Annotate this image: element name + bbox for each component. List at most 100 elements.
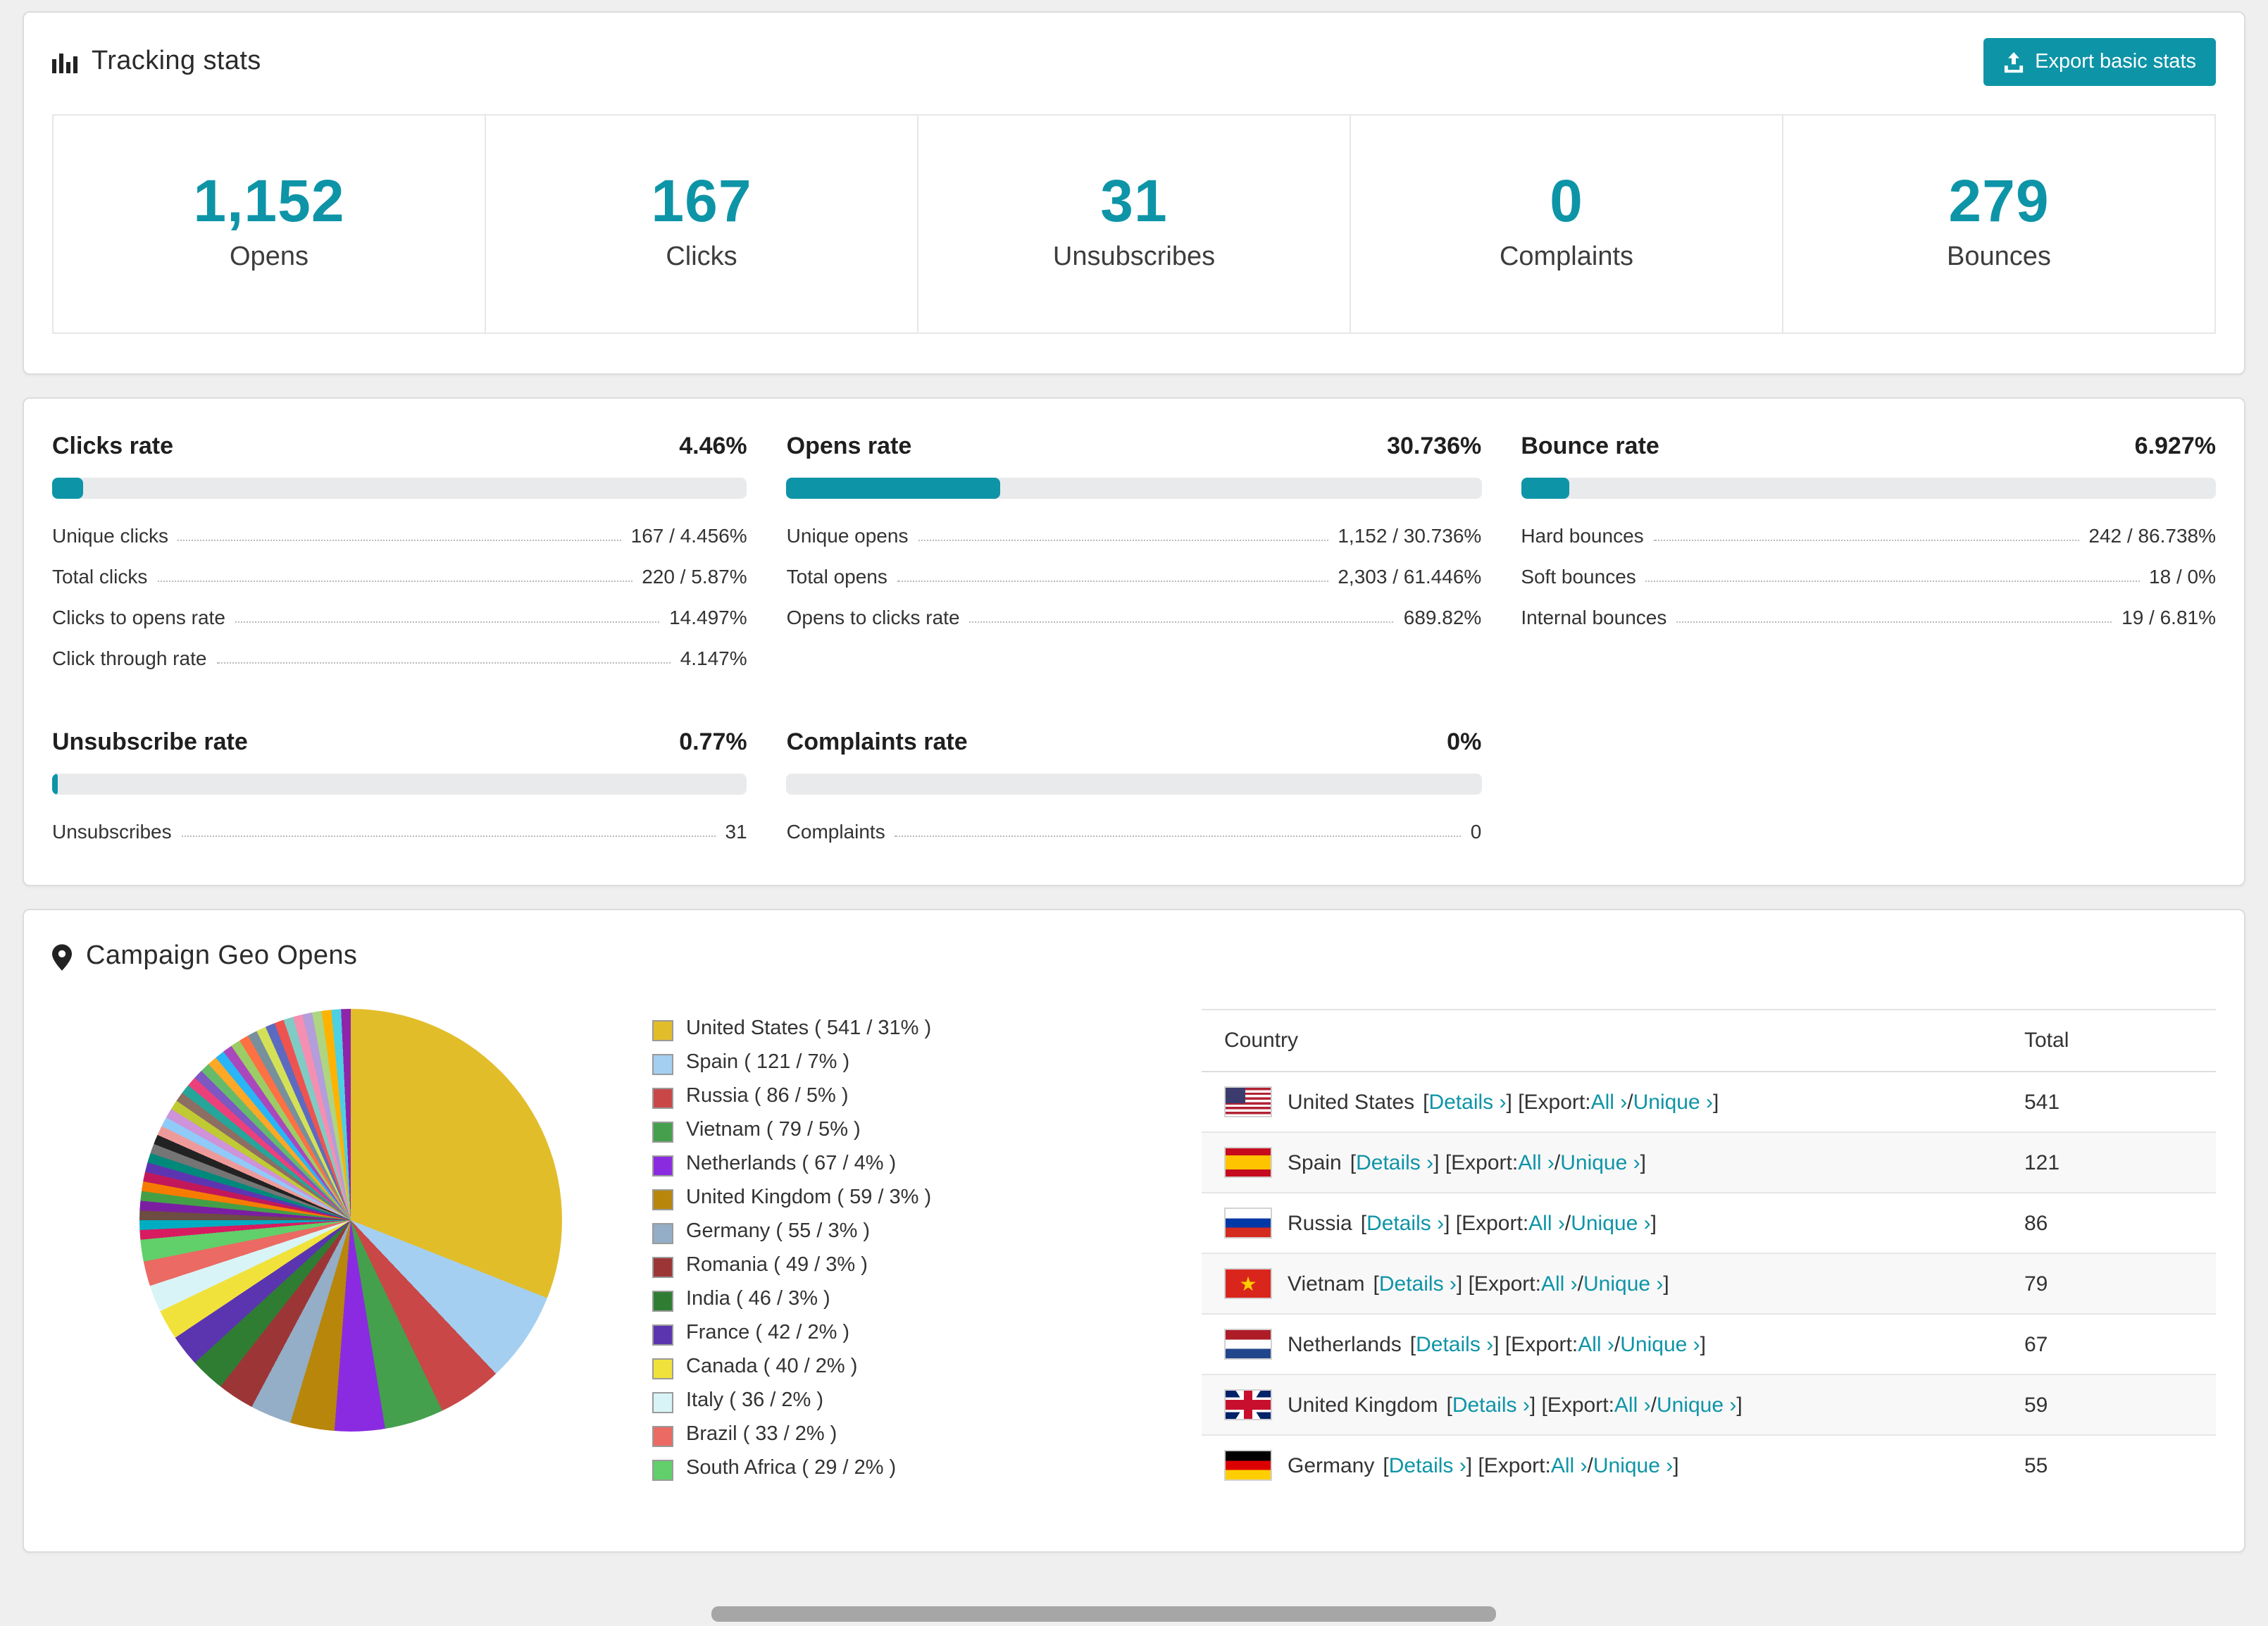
country-total: 86 bbox=[2002, 1192, 2216, 1253]
export-all-link[interactable]: All › bbox=[1528, 1211, 1565, 1235]
country-name: United Kingdom bbox=[1288, 1393, 1438, 1417]
export-unique-link[interactable]: Unique › bbox=[1620, 1332, 1700, 1356]
legend-swatch bbox=[652, 1257, 673, 1278]
legend-label: Spain ( 121 / 7% ) bbox=[686, 1051, 850, 1074]
progress-fill bbox=[1521, 478, 1569, 499]
geo-legend: United States ( 541 / 31% ) Spain ( 121 /… bbox=[652, 1017, 990, 1491]
dotted-leader bbox=[235, 621, 660, 623]
legend-swatch bbox=[652, 1426, 673, 1447]
details-link[interactable]: Details › bbox=[1366, 1211, 1444, 1235]
legend-label: India ( 46 / 3% ) bbox=[686, 1288, 830, 1310]
export-unique-link[interactable]: Unique › bbox=[1560, 1150, 1640, 1174]
summary-stat-boxes: 1,152 Opens 167 Clicks 31 Unsubscribes 0… bbox=[52, 114, 2216, 334]
legend-label: Italy ( 36 / 2% ) bbox=[686, 1389, 824, 1412]
legend-swatch bbox=[652, 1460, 673, 1481]
legend-swatch bbox=[652, 1291, 673, 1312]
bounces-label: Bounces bbox=[1947, 242, 2051, 272]
legend-label: South Africa ( 29 / 2% ) bbox=[686, 1457, 897, 1479]
stat-value: 2,303 / 61.446% bbox=[1338, 565, 1482, 588]
export-unique-link[interactable]: Unique › bbox=[1657, 1393, 1736, 1417]
export-unique-link[interactable]: Unique › bbox=[1593, 1453, 1673, 1477]
stat-row: Complaints 0 bbox=[787, 820, 1482, 843]
legend-swatch bbox=[652, 1189, 673, 1210]
stat-label: Complaints bbox=[786, 820, 885, 843]
legend-swatch bbox=[652, 1155, 673, 1177]
opens-rate-title: Opens rate bbox=[786, 433, 912, 459]
stat-value: 220 / 5.87% bbox=[642, 565, 747, 588]
legend-item: France ( 42 / 2% ) bbox=[652, 1322, 990, 1346]
campaign-geo-opens-card: Campaign Geo Opens United States ( 541 /… bbox=[23, 909, 2245, 1553]
dotted-leader bbox=[177, 540, 621, 541]
details-link[interactable]: Details › bbox=[1356, 1150, 1433, 1174]
export-all-link[interactable]: All › bbox=[1518, 1150, 1554, 1174]
legend-item: Italy ( 36 / 2% ) bbox=[652, 1389, 990, 1413]
bounce-rate-progressbar bbox=[1521, 478, 2216, 499]
export-all-link[interactable]: All › bbox=[1614, 1393, 1651, 1417]
opens-count: 1,152 bbox=[193, 168, 345, 234]
stat-row: Internal bounces 19 / 6.81% bbox=[1521, 606, 2216, 628]
export-basic-stats-button[interactable]: Export basic stats bbox=[1983, 38, 2216, 86]
geo-pie-chart bbox=[139, 1009, 562, 1432]
geo-table-row: Spain[Details ›] [Export: All › / Unique… bbox=[1202, 1131, 2216, 1193]
geo-table-row: United States[Details ›] [Export: All › … bbox=[1202, 1072, 2216, 1132]
horizontal-scrollbar-thumb[interactable] bbox=[711, 1606, 1496, 1622]
legend-swatch bbox=[652, 1392, 673, 1413]
progress-fill bbox=[52, 478, 83, 499]
es-flag-icon bbox=[1224, 1147, 1272, 1178]
opens-stat-box: 1,152 Opens bbox=[52, 114, 486, 334]
legend-label: Romania ( 49 / 3% ) bbox=[686, 1254, 868, 1277]
bounce-rate-panel: Bounce rate 6.927% Hard bounces 242 / 86.… bbox=[1521, 433, 2216, 669]
country-name: Netherlands bbox=[1288, 1332, 1402, 1356]
details-link[interactable]: Details › bbox=[1379, 1272, 1457, 1296]
export-all-link[interactable]: All › bbox=[1551, 1453, 1588, 1477]
stat-row: Unique clicks 167 / 4.456% bbox=[52, 524, 747, 547]
export-all-link[interactable]: All › bbox=[1591, 1090, 1628, 1114]
stat-value: 18 / 0% bbox=[2149, 565, 2216, 588]
export-all-link[interactable]: All › bbox=[1578, 1332, 1614, 1356]
geo-card-title: Campaign Geo Opens bbox=[86, 941, 358, 971]
legend-item: Russia ( 86 / 5% ) bbox=[652, 1085, 990, 1109]
bounces-stat-box: 279 Bounces bbox=[1782, 114, 2216, 334]
details-link[interactable]: Details › bbox=[1428, 1090, 1506, 1114]
export-unique-link[interactable]: Unique › bbox=[1571, 1211, 1650, 1235]
country-name: Spain bbox=[1288, 1150, 1342, 1174]
legend-item: India ( 46 / 3% ) bbox=[652, 1288, 990, 1312]
bar-chart-icon bbox=[52, 51, 77, 73]
country-name: Russia bbox=[1288, 1211, 1352, 1235]
stat-value: 0 bbox=[1470, 820, 1482, 843]
export-all-link[interactable]: All › bbox=[1541, 1272, 1578, 1296]
opens-rate-value: 30.736% bbox=[1387, 433, 1482, 459]
details-link[interactable]: Details › bbox=[1452, 1393, 1530, 1417]
details-link[interactable]: Details › bbox=[1416, 1332, 1493, 1356]
country-total: 541 bbox=[2024, 1090, 2060, 1114]
stat-label: Hard bounces bbox=[1521, 524, 1644, 547]
legend-swatch bbox=[652, 1358, 673, 1379]
export-icon bbox=[2002, 51, 2024, 73]
legend-label: Germany ( 55 / 3% ) bbox=[686, 1220, 871, 1243]
stat-value: 167 / 4.456% bbox=[630, 524, 747, 547]
legend-swatch bbox=[652, 1324, 673, 1346]
complaints-stat-box: 0 Complaints bbox=[1350, 114, 1783, 334]
stat-row: Total opens 2,303 / 61.446% bbox=[787, 565, 1482, 588]
stat-label: Unsubscribes bbox=[52, 820, 172, 843]
legend-item: United Kingdom ( 59 / 3% ) bbox=[652, 1186, 990, 1210]
unsubscribes-count: 31 bbox=[1100, 168, 1168, 234]
details-link[interactable]: Details › bbox=[1389, 1453, 1466, 1477]
country-total: 79 bbox=[2002, 1253, 2216, 1314]
stat-label: Soft bounces bbox=[1521, 565, 1636, 588]
export-unique-link[interactable]: Unique › bbox=[1633, 1090, 1713, 1114]
dotted-leader bbox=[1676, 621, 2112, 623]
legend-swatch bbox=[652, 1122, 673, 1143]
dotted-leader bbox=[918, 540, 1328, 541]
unsubscribes-stat-box: 31 Unsubscribes bbox=[917, 114, 1351, 334]
legend-swatch bbox=[652, 1020, 673, 1041]
legend-label: Netherlands ( 67 / 4% ) bbox=[686, 1153, 897, 1175]
opens-rate-progressbar bbox=[786, 478, 1482, 499]
opens-label: Opens bbox=[230, 242, 309, 272]
legend-item: Brazil ( 33 / 2% ) bbox=[652, 1423, 990, 1447]
legend-item: Germany ( 55 / 3% ) bbox=[652, 1220, 990, 1244]
stat-row: Unsubscribes 31 bbox=[52, 820, 747, 843]
stat-row: Click through rate 4.147% bbox=[52, 647, 747, 669]
legend-label: France ( 42 / 2% ) bbox=[686, 1322, 850, 1344]
export-unique-link[interactable]: Unique › bbox=[1583, 1272, 1663, 1296]
